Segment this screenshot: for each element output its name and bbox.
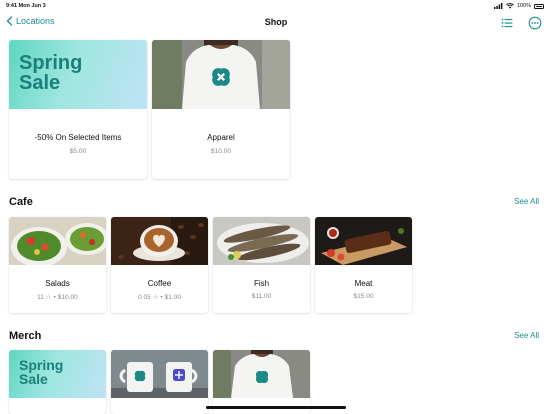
product-card-meat[interactable]: Meat $15.00 — [315, 217, 412, 313]
status-indicators: 100% — [493, 3, 544, 9]
product-name: -50% On Selected Items — [34, 133, 122, 142]
spring-sale-text: Spring Sale — [19, 358, 63, 387]
featured-card-sale[interactable]: Spring Sale -50% On Selected Items $5.00 — [9, 40, 147, 179]
status-time: 9:41 Mon Jun 3 — [6, 3, 46, 9]
nav-actions — [500, 16, 542, 30]
signal-icon — [493, 3, 503, 9]
product-price: 11 ☆ • $10.00 — [37, 294, 78, 301]
product-name: Meat — [354, 279, 373, 288]
spring-sale-line-1: Spring — [19, 52, 83, 74]
fish-image — [213, 217, 310, 265]
spring-sale-text: Spring Sale — [19, 52, 83, 94]
page-title: Shop — [264, 17, 288, 27]
section-title-cafe: Cafe — [9, 196, 33, 208]
product-name: Apparel — [207, 133, 235, 142]
merch-card-sale[interactable]: Spring Sale — [9, 350, 106, 414]
product-card-fish[interactable]: Fish $11.00 — [213, 217, 310, 313]
salads-image — [9, 217, 106, 267]
home-indicator[interactable] — [206, 406, 346, 409]
section-title-merch: Merch — [9, 330, 42, 342]
battery-percent: 100% — [516, 3, 531, 9]
product-card-salads[interactable]: Salads 11 ☆ • $10.00 — [9, 217, 106, 313]
merch-card-mugs[interactable] — [111, 350, 208, 414]
battery-icon — [534, 3, 544, 9]
spring-sale-banner: Spring Sale — [9, 350, 106, 398]
product-name: Fish — [253, 279, 270, 288]
more-options-icon[interactable] — [528, 16, 542, 30]
product-price: 0.05 ☆ • $1.00 — [137, 294, 182, 301]
wifi-icon — [506, 3, 514, 9]
product-price: $10.00 — [210, 148, 232, 155]
merch-card-apparel[interactable] — [213, 350, 310, 414]
spring-sale-banner: Spring Sale — [9, 40, 147, 109]
spring-sale-line-2: Sale — [19, 71, 61, 94]
see-all-merch-link[interactable]: See All — [514, 331, 539, 340]
product-name: Salads — [45, 279, 70, 288]
apparel-image — [213, 350, 310, 398]
status-bar: 9:41 Mon Jun 3 100% — [0, 0, 552, 12]
navigation-bar: Locations Shop — [0, 12, 552, 34]
product-name: Coffee — [147, 279, 172, 288]
product-price: $11.00 — [251, 293, 272, 300]
mugs-image — [111, 350, 208, 398]
apparel-image — [152, 40, 290, 109]
meat-image — [315, 217, 412, 265]
list-icon[interactable] — [500, 16, 514, 30]
see-all-cafe-link[interactable]: See All — [514, 197, 539, 206]
product-price: $15.00 — [353, 293, 374, 300]
featured-card-apparel[interactable]: Apparel $10.00 — [152, 40, 290, 179]
coffee-image — [111, 217, 208, 265]
product-price: $5.00 — [69, 148, 87, 155]
spring-sale-line-2: Sale — [19, 370, 48, 387]
product-card-coffee[interactable]: Coffee 0.05 ☆ • $1.00 — [111, 217, 208, 313]
